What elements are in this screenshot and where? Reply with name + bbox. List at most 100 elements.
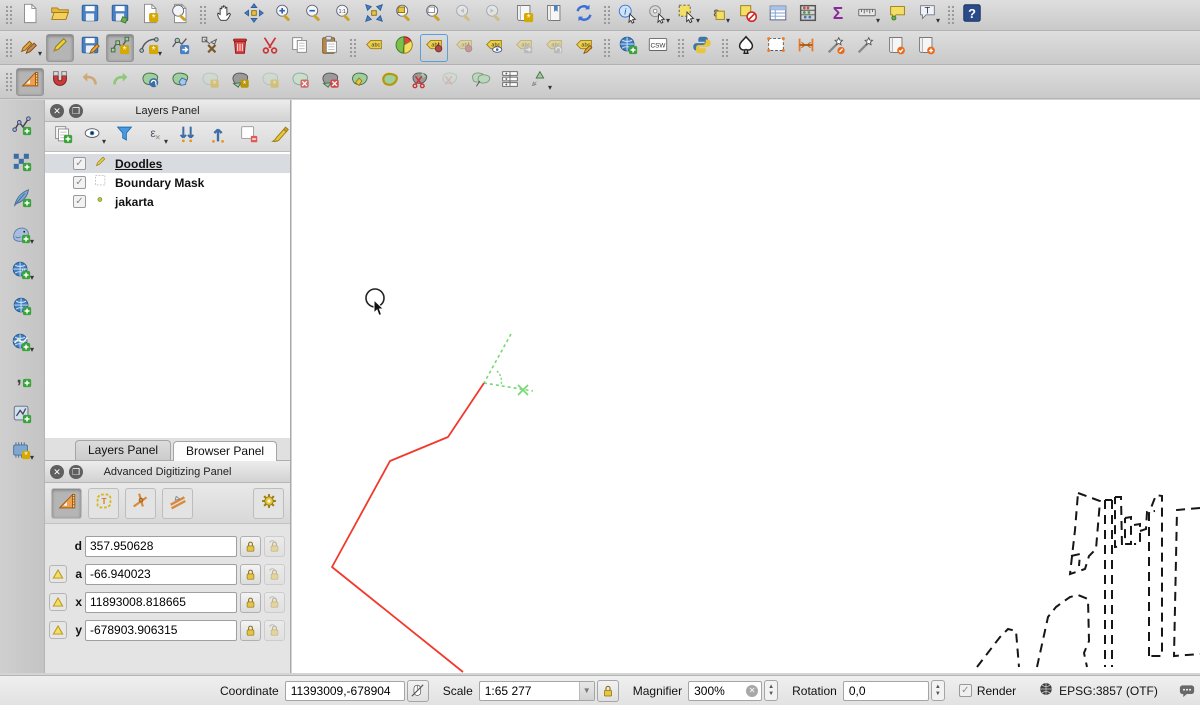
help-button[interactable]: ? xyxy=(958,1,986,29)
undo-button[interactable] xyxy=(76,68,104,96)
copy-features-button[interactable] xyxy=(286,34,314,62)
split-features-button[interactable] xyxy=(406,68,434,96)
lock-repeat-icon[interactable] xyxy=(264,536,285,557)
digitizing-plugin-button[interactable] xyxy=(732,34,760,62)
add-oracle-layer-button[interactable]: ir▾ xyxy=(8,258,36,286)
python-console-button[interactable] xyxy=(688,34,716,62)
chevron-down-icon[interactable]: ▼ xyxy=(579,682,594,700)
d-value-input[interactable] xyxy=(85,536,237,557)
paste-features-button[interactable] xyxy=(316,34,344,62)
map-canvas[interactable] xyxy=(292,100,1200,673)
tab-layers-panel[interactable]: Layers Panel xyxy=(75,440,171,460)
delta-toggle-icon[interactable] xyxy=(49,593,67,611)
coordinate-input[interactable] xyxy=(285,681,405,701)
merge-features-button[interactable] xyxy=(466,68,494,96)
add-virtual-layer-button[interactable]: *▾ xyxy=(8,438,36,466)
zoom-full-button[interactable] xyxy=(360,1,388,29)
lock-icon[interactable] xyxy=(240,620,261,641)
new-shapefile-layer-button[interactable] xyxy=(8,402,36,430)
layer-row-jakarta[interactable]: ✓jakarta xyxy=(45,192,290,211)
rectangle-tool-button[interactable] xyxy=(762,34,790,62)
filter-legend-button[interactable] xyxy=(112,124,138,150)
rotate-label-button[interactable]: abc xyxy=(540,34,568,62)
enable-advanced-digitizing-button[interactable] xyxy=(51,488,82,519)
zoom-next-button[interactable] xyxy=(480,1,508,29)
clear-magnifier-icon[interactable]: ✕ xyxy=(746,685,758,697)
new-print-composer-button[interactable]: * xyxy=(136,1,164,29)
layer-diagram-button[interactable] xyxy=(390,34,418,62)
lock-icon[interactable] xyxy=(240,592,261,613)
metasearch-button[interactable] xyxy=(614,34,642,62)
advanced-digitizing-toggle-button[interactable] xyxy=(16,68,44,96)
new-bookmark-button[interactable]: * xyxy=(510,1,538,29)
remove-layer-button[interactable] xyxy=(236,124,262,150)
rotation-stepper[interactable]: ▲▼ xyxy=(931,680,945,701)
scale-input[interactable] xyxy=(479,681,595,701)
zoom-last-button[interactable] xyxy=(450,1,478,29)
reshape-features-button[interactable] xyxy=(346,68,374,96)
composer-manager-button[interactable] xyxy=(166,1,194,29)
delta-toggle-icon[interactable] xyxy=(49,621,67,639)
field-calculator-button[interactable]: Σ xyxy=(824,1,852,29)
close-icon[interactable]: ✕ xyxy=(50,465,64,479)
magic-wand-edit-button[interactable] xyxy=(822,34,850,62)
filter-by-expression-button[interactable]: ε▾ xyxy=(143,124,169,150)
select-features-button[interactable]: ▾ xyxy=(674,1,702,29)
change-label-button[interactable]: abc xyxy=(570,34,598,62)
add-vector-layer-button[interactable] xyxy=(8,114,36,142)
rotate-point-symbols-button[interactable]: ▾ xyxy=(526,68,554,96)
identify-features-button[interactable]: i xyxy=(614,1,642,29)
messages-icon[interactable] xyxy=(1176,680,1198,702)
layer-labeling-button[interactable]: abc xyxy=(360,34,388,62)
move-feature-button[interactable] xyxy=(166,34,194,62)
cut-features-button[interactable] xyxy=(256,34,284,62)
add-ring-button[interactable]: * xyxy=(196,68,224,96)
refresh-map-button[interactable] xyxy=(570,1,598,29)
style-manager-add-button[interactable] xyxy=(912,34,940,62)
show-bookmarks-button[interactable] xyxy=(540,1,568,29)
save-project-as-button[interactable] xyxy=(106,1,134,29)
close-icon[interactable]: ✕ xyxy=(50,104,64,118)
pin-unpin-labels-button[interactable]: abc xyxy=(420,34,448,62)
x-value-input[interactable] xyxy=(85,592,237,613)
statistical-summary-button[interactable] xyxy=(794,1,822,29)
fill-ring-button[interactable]: * xyxy=(256,68,284,96)
save-project-button[interactable] xyxy=(76,1,104,29)
add-raster-layer-button[interactable] xyxy=(8,150,36,178)
deselect-all-button[interactable] xyxy=(734,1,762,29)
add-wms-layer-button[interactable] xyxy=(8,294,36,322)
layer-checkbox[interactable]: ✓ xyxy=(73,176,86,189)
save-layer-edits-button[interactable] xyxy=(76,34,104,62)
layer-row-boundary-mask[interactable]: ✓Boundary Mask xyxy=(45,173,290,192)
styling-dock-button[interactable] xyxy=(267,124,293,150)
measure-button[interactable]: ▾ xyxy=(854,1,882,29)
magic-wand-button[interactable] xyxy=(852,34,880,62)
show-hide-labels-button[interactable]: abc xyxy=(480,34,508,62)
snapping-options-button[interactable] xyxy=(46,68,74,96)
lock-repeat-icon[interactable] xyxy=(264,564,285,585)
scale-lock-icon[interactable] xyxy=(597,680,619,702)
style-manager-check-button[interactable] xyxy=(882,34,910,62)
manage-layer-visibility-button[interactable]: ▾ xyxy=(81,124,107,150)
float-panel-icon[interactable]: ❐ xyxy=(69,104,83,118)
delete-selected-button[interactable] xyxy=(226,34,254,62)
rotate-feature-button[interactable] xyxy=(136,68,164,96)
add-circular-string-button[interactable]: *▾ xyxy=(136,34,164,62)
toggle-extents-mouse-icon[interactable] xyxy=(407,680,429,702)
new-project-button[interactable] xyxy=(16,1,44,29)
pan-to-selection-button[interactable] xyxy=(240,1,268,29)
run-feature-action-button[interactable]: ▾ xyxy=(644,1,672,29)
node-tool-button[interactable] xyxy=(196,34,224,62)
zoom-native-button[interactable]: 1:1 xyxy=(330,1,358,29)
zoom-to-selection-button[interactable] xyxy=(390,1,418,29)
add-spatialite-layer-button[interactable] xyxy=(8,186,36,214)
delete-part-button[interactable] xyxy=(316,68,344,96)
a-value-input[interactable] xyxy=(85,564,237,585)
expand-all-button[interactable] xyxy=(174,124,200,150)
add-wfs-layer-button[interactable]: ▾ xyxy=(8,330,36,358)
add-part-button[interactable]: * xyxy=(226,68,254,96)
parallel-constraint-button[interactable] xyxy=(162,488,193,519)
pan-map-button[interactable] xyxy=(210,1,238,29)
tab-browser-panel[interactable]: Browser Panel xyxy=(173,441,277,461)
lock-icon[interactable] xyxy=(240,536,261,557)
